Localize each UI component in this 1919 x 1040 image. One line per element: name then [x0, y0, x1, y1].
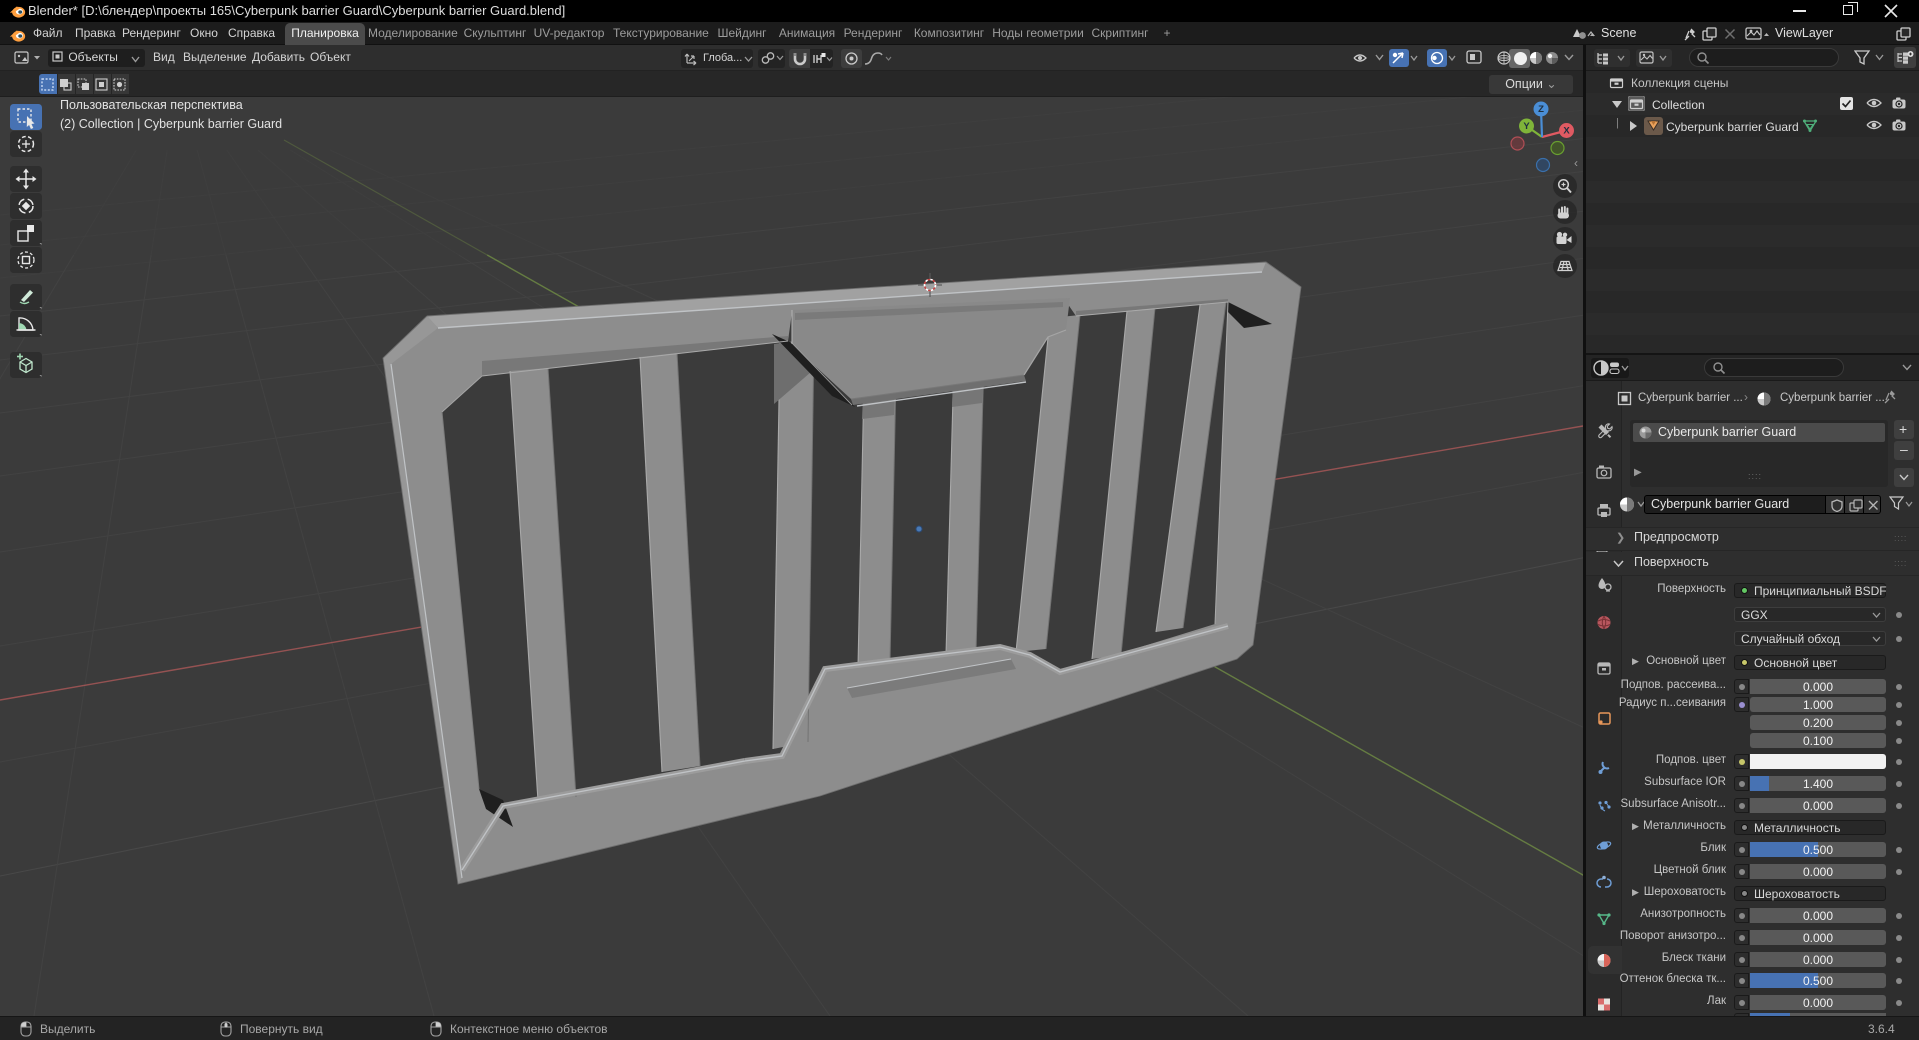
svg-text:(2) Collection | Cyberpunk bar: (2) Collection | Cyberpunk barrier Guard: [60, 117, 282, 131]
svg-text:‹: ‹: [1574, 156, 1578, 170]
svg-text:Пользовательская перспектива: Пользовательская перспектива: [60, 98, 243, 112]
svg-text:Z: Z: [1538, 104, 1544, 115]
svg-text:Y: Y: [1523, 121, 1530, 132]
svg-text:X: X: [1563, 126, 1570, 137]
